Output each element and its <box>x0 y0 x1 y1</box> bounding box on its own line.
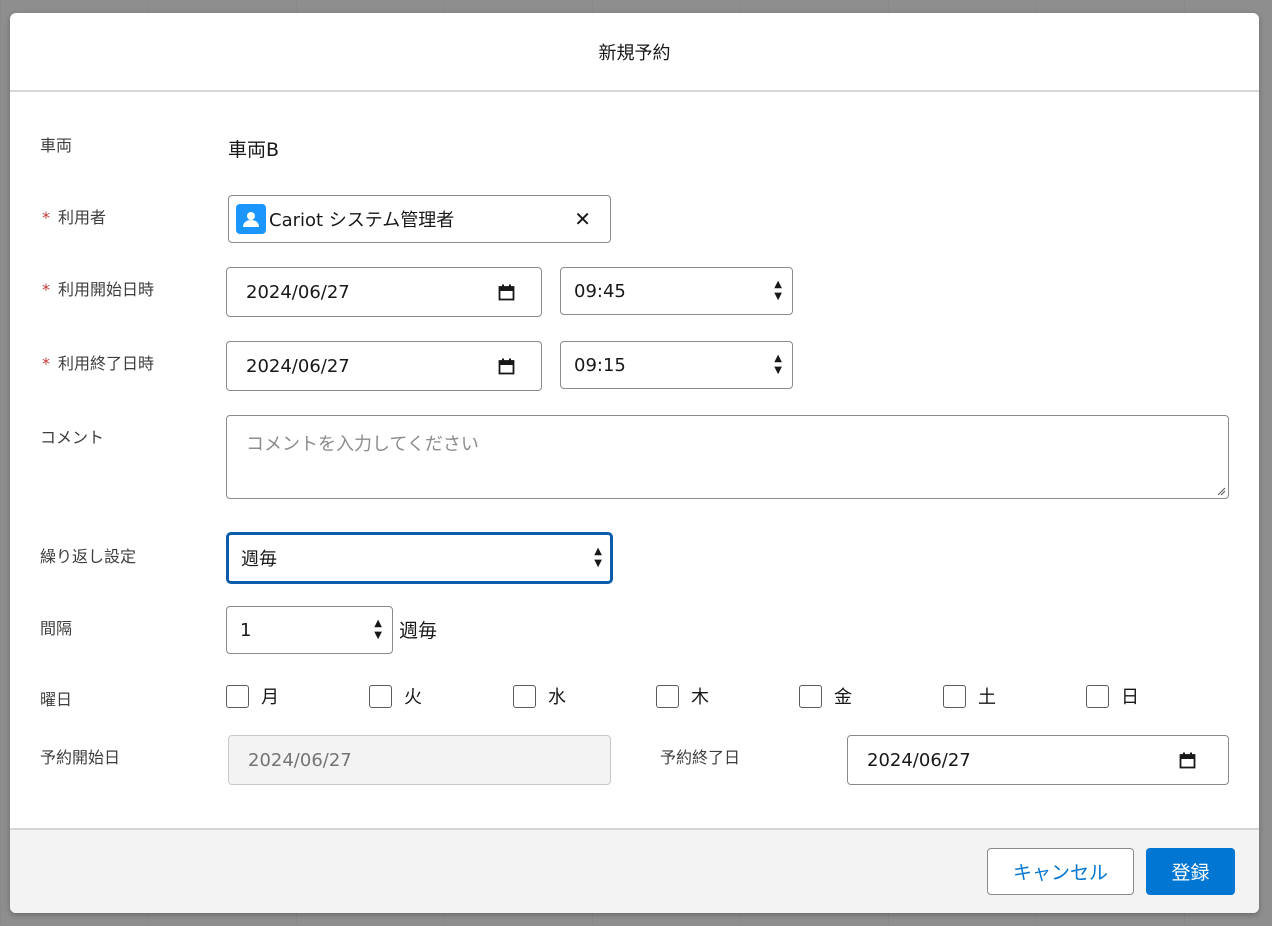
weekday-label-text: 土 <box>978 687 996 708</box>
weekday-checkbox-mon[interactable]: 月 <box>226 683 279 709</box>
start-datetime-label: * 利用開始日時 <box>40 276 154 300</box>
comment-textarea[interactable]: コメントを入力してください <box>226 415 1229 499</box>
required-mark: * <box>42 280 50 299</box>
repeat-select[interactable]: 週毎 ▲ ▼ <box>226 532 613 584</box>
end-date-input[interactable]: 2024/06/27 <box>226 341 542 391</box>
weekday-label-text: 月 <box>261 687 279 708</box>
vehicle-value: 車両B <box>228 139 280 161</box>
end-time-input[interactable]: 09:15 ▲ ▼ <box>560 341 793 389</box>
start-date-value: 2024/06/27 <box>246 281 350 303</box>
number-stepper-icon[interactable]: ▲ ▼ <box>374 618 382 642</box>
save-button[interactable]: 登録 <box>1146 848 1235 895</box>
user-icon <box>236 204 266 234</box>
booking-start-label: 予約開始日 <box>40 748 121 767</box>
weekday-label-text: 火 <box>404 687 422 708</box>
end-date-value: 2024/06/27 <box>246 355 350 377</box>
modal-title: 新規予約 <box>598 42 671 64</box>
booking-start-value: 2024/06/27 <box>248 749 352 771</box>
weekday-checkbox-sun[interactable]: 日 <box>1086 683 1139 709</box>
interval-number-input[interactable]: 1 ▲ ▼ <box>226 606 393 654</box>
interval-label: 間隔 <box>40 619 73 638</box>
end-datetime-label: * 利用終了日時 <box>40 350 154 374</box>
weekday-label-text: 水 <box>548 687 566 708</box>
interval-value: 1 <box>240 619 252 641</box>
end-datetime-label-text: 利用終了日時 <box>58 354 155 373</box>
weekday-checkbox-thu[interactable]: 木 <box>656 683 709 709</box>
weekday-label: 曜日 <box>40 690 73 709</box>
required-mark: * <box>42 208 50 227</box>
new-reservation-modal: 新規予約 車両 車両B * 利用者 Cariot システム管理者 ✕ * 利用開始日… <box>10 13 1259 913</box>
weekday-label-text: 日 <box>1121 687 1139 708</box>
weekday-checkbox-fri[interactable]: 金 <box>799 683 852 709</box>
start-datetime-label-text: 利用開始日時 <box>58 280 155 299</box>
weekday-checkbox-sat[interactable]: 土 <box>943 683 996 709</box>
weekday-checkbox-wed[interactable]: 水 <box>513 683 566 709</box>
checkbox[interactable] <box>369 684 392 708</box>
time-stepper-icon[interactable]: ▲ ▼ <box>774 353 782 377</box>
checkbox[interactable] <box>799 684 822 708</box>
comment-label: コメント <box>40 428 105 447</box>
user-label: * 利用者 <box>40 204 106 228</box>
checkbox[interactable] <box>656 684 679 708</box>
required-mark: * <box>42 354 50 373</box>
booking-end-date-input[interactable]: 2024/06/27 <box>847 735 1229 785</box>
user-lookup-field[interactable]: Cariot システム管理者 ✕ <box>228 195 611 243</box>
checkbox[interactable] <box>226 684 249 708</box>
comment-placeholder: コメントを入力してください <box>246 434 479 455</box>
time-stepper-icon[interactable]: ▲ ▼ <box>774 279 782 303</box>
calendar-icon[interactable] <box>498 284 515 301</box>
clear-icon[interactable]: ✕ <box>574 207 591 231</box>
start-time-value: 09:45 <box>574 280 626 302</box>
weekday-label-text: 金 <box>834 687 852 708</box>
repeat-label: 繰り返し設定 <box>40 547 137 566</box>
vehicle-label: 車両 <box>40 136 73 155</box>
repeat-selected-value: 週毎 <box>241 549 277 570</box>
booking-end-value: 2024/06/27 <box>867 749 971 771</box>
cancel-button[interactable]: キャンセル <box>987 848 1134 895</box>
select-arrows-icon: ▲ ▼ <box>594 546 602 569</box>
weekday-checkbox-tue[interactable]: 火 <box>369 683 422 709</box>
checkbox[interactable] <box>943 684 966 708</box>
interval-unit: 週毎 <box>399 620 438 642</box>
user-label-text: 利用者 <box>58 208 107 227</box>
calendar-icon[interactable] <box>498 358 515 375</box>
booking-start-date-input: 2024/06/27 <box>228 735 611 785</box>
user-lookup-value: Cariot システム管理者 <box>269 210 455 231</box>
checkbox[interactable] <box>1086 684 1109 708</box>
checkbox[interactable] <box>513 684 536 708</box>
calendar-icon[interactable] <box>1179 752 1196 769</box>
start-time-input[interactable]: 09:45 ▲ ▼ <box>560 267 793 315</box>
end-time-value: 09:15 <box>574 354 626 376</box>
modal-header: 新規予約 <box>10 13 1259 92</box>
resize-grip-icon[interactable] <box>1216 486 1226 496</box>
weekday-label-text: 木 <box>691 687 709 708</box>
booking-end-label: 予約終了日 <box>660 748 741 767</box>
start-date-input[interactable]: 2024/06/27 <box>226 267 542 317</box>
